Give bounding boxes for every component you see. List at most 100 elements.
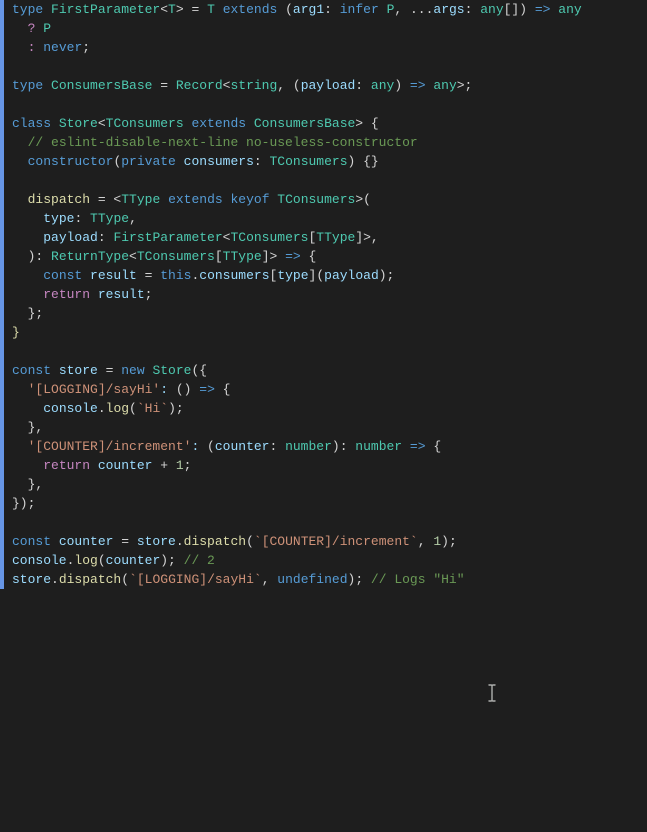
code-token: Store [59,114,98,133]
code-token: [ [270,266,278,285]
code-token: ConsumersBase [254,114,355,133]
code-token: ( [285,0,293,19]
code-line[interactable]: }; [0,304,647,323]
code-token: never [43,38,82,57]
code-token [12,209,43,228]
code-token: extends [215,0,285,19]
code-token: ; [82,38,90,57]
code-token: => [410,437,426,456]
code-line[interactable]: dispatch = <TType extends keyof TConsume… [0,190,647,209]
code-line[interactable]: : never; [0,38,647,57]
code-token: ReturnType [51,247,129,266]
code-line[interactable]: type: TType, [0,209,647,228]
code-token: }; [12,304,43,323]
code-editor[interactable]: type FirstParameter<T> = T extends (arg1… [0,0,647,589]
code-line[interactable]: ? P [0,19,647,38]
code-line[interactable]: }, [0,475,647,494]
code-token: counter [59,532,114,551]
code-token [12,266,43,285]
code-line[interactable]: payload: FirstParameter<TConsumers[TType… [0,228,647,247]
code-token: counter [106,551,161,570]
code-token [12,285,43,304]
code-token: const [12,361,59,380]
code-line[interactable]: console.log(counter); // 2 [0,551,647,570]
code-token: result [90,266,137,285]
code-line[interactable] [0,342,647,361]
code-token: { [301,247,317,266]
code-token: , [129,209,137,228]
code-token: console [12,551,67,570]
code-line[interactable]: }, [0,418,647,437]
code-token: ); [160,551,183,570]
code-token: >( [355,190,371,209]
code-token: < [223,228,231,247]
code-token: T [207,0,215,19]
code-line[interactable]: return result; [0,285,647,304]
code-token [12,152,28,171]
code-token: `[COUNTER]/increment` [254,532,418,551]
code-line[interactable]: const counter = store.dispatch(`[COUNTER… [0,532,647,551]
code-line[interactable]: type ConsumersBase = Record<string, (pay… [0,76,647,95]
code-token: store [59,361,98,380]
code-token: }, [12,475,43,494]
code-line[interactable] [0,171,647,190]
code-token [12,228,43,247]
code-line[interactable] [0,513,647,532]
code-line[interactable]: } [0,323,647,342]
code-token: new [121,361,152,380]
code-token: '[LOGGING]/sayHi' [28,380,161,399]
code-line[interactable]: const result = this.consumers[type](payl… [0,266,647,285]
code-token: : [28,38,36,57]
code-line[interactable]: ): ReturnType<TConsumers[TType]> => { [0,247,647,266]
code-token: number [285,437,332,456]
code-token [12,380,28,399]
code-token: . [191,266,199,285]
code-token: // Logs "Hi" [371,570,465,589]
code-line[interactable]: '[LOGGING]/sayHi': () => { [0,380,647,399]
code-token [12,133,28,152]
code-line[interactable]: type FirstParameter<T> = T extends (arg1… [0,0,647,19]
code-token: any [480,0,503,19]
code-line[interactable]: return counter + 1; [0,456,647,475]
code-line[interactable] [0,57,647,76]
code-token: keyof [230,190,277,209]
code-line[interactable]: '[COUNTER]/increment': (counter: number)… [0,437,647,456]
code-line[interactable]: const store = new Store({ [0,361,647,380]
code-token: store [12,570,51,589]
code-token: . [98,399,106,418]
code-token: { [215,380,231,399]
code-token: => [285,247,301,266]
code-token: TType [223,247,262,266]
code-token: private [121,152,183,171]
code-token: ( [129,399,137,418]
code-token: [ [215,247,223,266]
code-token: '[COUNTER]/increment' [28,437,192,456]
code-token [12,38,28,57]
code-token: ( [98,551,106,570]
code-line[interactable]: store.dispatch(`[LOGGING]/sayHi`, undefi… [0,570,647,589]
code-token: consumers [184,152,254,171]
code-token: , ... [394,0,433,19]
code-token: >; [457,76,473,95]
code-token: P [43,19,51,38]
code-line[interactable]: }); [0,494,647,513]
code-line[interactable]: class Store<TConsumers extends Consumers… [0,114,647,133]
code-token: extends [160,190,230,209]
code-token: { [426,437,442,456]
code-line[interactable]: constructor(private consumers: TConsumer… [0,152,647,171]
code-token: log [74,551,97,570]
code-line[interactable]: // eslint-disable-next-line no-useless-c… [0,133,647,152]
code-token: : [98,228,114,247]
code-token: () [168,380,199,399]
code-token: type [43,209,74,228]
code-token: : [269,437,285,456]
code-token: payload [324,266,379,285]
code-line[interactable] [0,95,647,114]
code-token: TConsumers [137,247,215,266]
code-token: = [113,532,136,551]
code-token: ConsumersBase [51,76,152,95]
code-token: `[LOGGING]/sayHi` [129,570,262,589]
code-token: args [433,0,464,19]
code-token: , [418,532,434,551]
code-line[interactable]: console.log(`Hi`); [0,399,647,418]
